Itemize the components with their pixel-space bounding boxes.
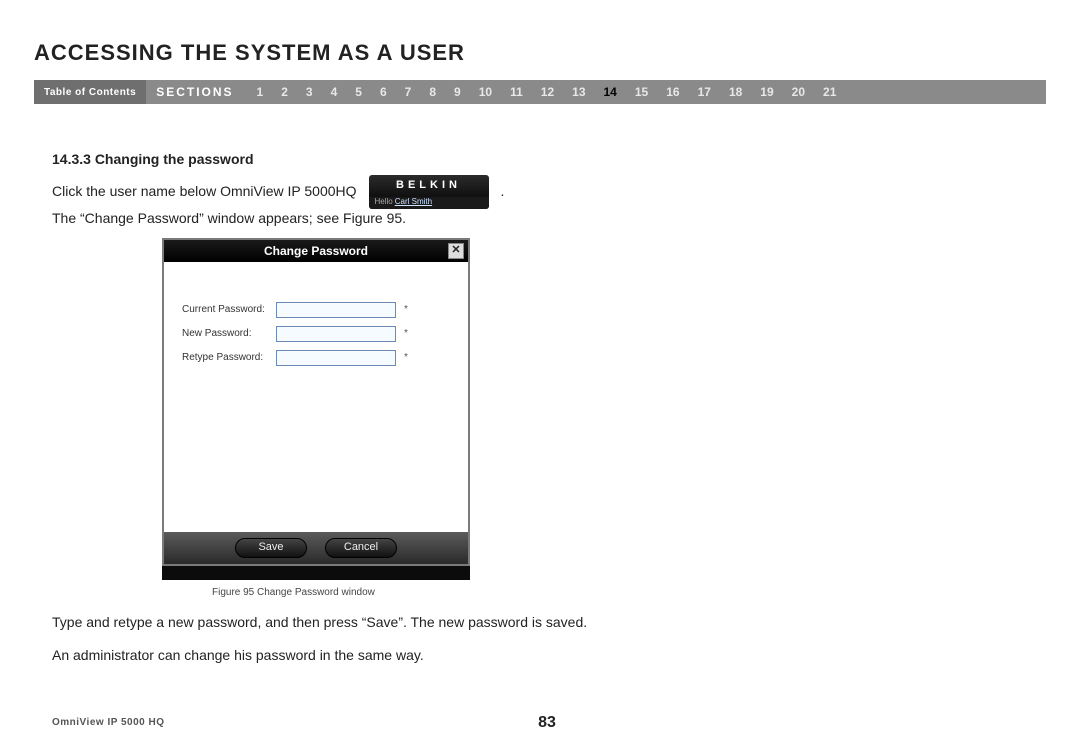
nav-bar: Table of Contents SECTIONS 1234567891011… xyxy=(34,80,1046,104)
nav-section-numbers: 123456789101112131415161718192021 xyxy=(244,80,1046,104)
new-password-input[interactable] xyxy=(276,326,396,342)
dialog-footer: Save Cancel xyxy=(164,532,468,564)
required-star: * xyxy=(404,303,408,317)
belkin-username[interactable]: Carl Smith xyxy=(395,197,432,208)
footer-product: OmniView IP 5000 HQ xyxy=(52,717,165,728)
nav-section-20[interactable]: 20 xyxy=(783,85,814,99)
password-field-row: New Password: * xyxy=(182,326,450,342)
subheading: 14.3.3 Changing the password xyxy=(52,150,692,169)
intro-line2: The “Change Password” window appears; se… xyxy=(52,209,692,228)
retype-password-input[interactable] xyxy=(276,350,396,366)
nav-section-6[interactable]: 6 xyxy=(371,85,396,99)
nav-section-4[interactable]: 4 xyxy=(322,85,347,99)
required-star: * xyxy=(404,351,408,365)
nav-section-16[interactable]: 16 xyxy=(657,85,688,99)
field-label: Retype Password: xyxy=(182,351,276,365)
intro-text-before: Click the user name below OmniView IP 50… xyxy=(52,182,357,201)
belkin-hello: Hello xyxy=(375,197,393,208)
belkin-badge[interactable]: BELKIN Hello Carl Smith xyxy=(369,175,489,209)
dialog-title: Change Password xyxy=(264,243,368,259)
footer: OmniView IP 5000 HQ 83 xyxy=(52,717,1042,728)
nav-section-3[interactable]: 3 xyxy=(297,85,322,99)
intro-text-after: . xyxy=(501,182,505,201)
save-button[interactable]: Save xyxy=(235,538,307,558)
password-field-row: Current Password: * xyxy=(182,302,450,318)
dialog-titlebar: Change Password ✕ xyxy=(164,240,468,262)
field-label: Current Password: xyxy=(182,303,276,317)
nav-section-12[interactable]: 12 xyxy=(532,85,563,99)
nav-section-5[interactable]: 5 xyxy=(346,85,371,99)
footer-page-number: 83 xyxy=(538,714,556,732)
nav-section-9[interactable]: 9 xyxy=(445,85,470,99)
content-area: 14.3.3 Changing the password Click the u… xyxy=(52,150,692,665)
change-password-dialog: Change Password ✕ Current Password:*New … xyxy=(162,238,470,566)
dialog-shadow xyxy=(162,566,470,580)
dialog-body: Current Password:*New Password:*Retype P… xyxy=(164,262,468,532)
nav-section-2[interactable]: 2 xyxy=(272,85,297,99)
nav-section-14[interactable]: 14 xyxy=(595,85,626,99)
nav-section-18[interactable]: 18 xyxy=(720,85,751,99)
belkin-logo: BELKIN xyxy=(369,175,489,197)
belkin-user-link[interactable]: Hello Carl Smith xyxy=(369,197,489,209)
nav-section-19[interactable]: 19 xyxy=(751,85,782,99)
figure-caption: Figure 95 Change Password window xyxy=(212,586,470,600)
current-password-input[interactable] xyxy=(276,302,396,318)
nav-section-1[interactable]: 1 xyxy=(248,85,273,99)
page-title: ACCESSING THE SYSTEM AS A USER xyxy=(34,40,1046,66)
required-star: * xyxy=(404,327,408,341)
field-label: New Password: xyxy=(182,327,276,341)
nav-sections-label: SECTIONS xyxy=(146,80,243,104)
nav-section-10[interactable]: 10 xyxy=(470,85,501,99)
cancel-button[interactable]: Cancel xyxy=(325,538,397,558)
nav-section-17[interactable]: 17 xyxy=(689,85,720,99)
nav-section-15[interactable]: 15 xyxy=(626,85,657,99)
nav-section-21[interactable]: 21 xyxy=(814,85,845,99)
paragraph-admin: An administrator can change his password… xyxy=(52,646,692,665)
nav-section-11[interactable]: 11 xyxy=(501,85,532,99)
paragraph-save: Type and retype a new password, and then… xyxy=(52,613,692,632)
nav-section-8[interactable]: 8 xyxy=(420,85,445,99)
nav-toc-link[interactable]: Table of Contents xyxy=(34,80,146,104)
nav-section-13[interactable]: 13 xyxy=(563,85,594,99)
close-icon[interactable]: ✕ xyxy=(448,243,464,259)
figure-95: Change Password ✕ Current Password:*New … xyxy=(162,238,470,600)
nav-section-7[interactable]: 7 xyxy=(396,85,421,99)
password-field-row: Retype Password: * xyxy=(182,350,450,366)
